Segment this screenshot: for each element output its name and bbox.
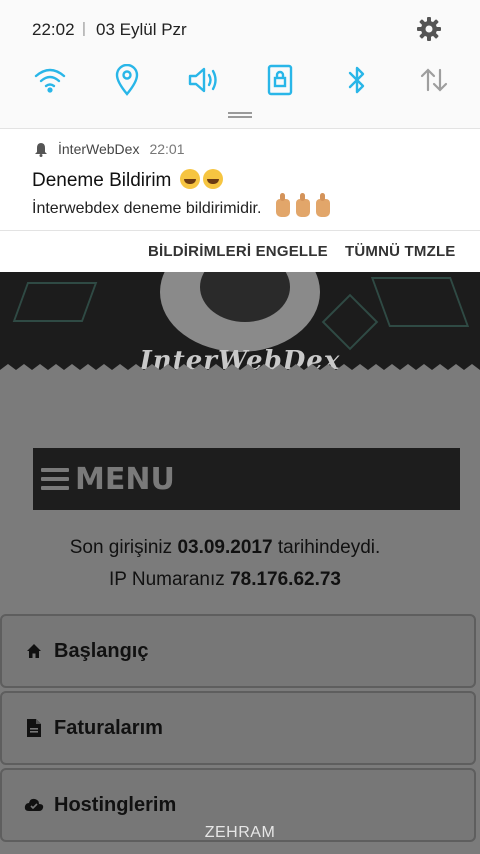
nav-item-invoices[interactable]: Faturalarım [0, 691, 476, 765]
menu-label: MENU [75, 461, 175, 497]
zigzag-divider [0, 364, 480, 374]
location-icon[interactable] [107, 60, 147, 100]
nav-label-home: Başlangıç [54, 639, 149, 662]
cloud-icon [24, 795, 44, 815]
ip-value: 78.176.62.73 [230, 569, 342, 590]
menu-button[interactable]: MENU [33, 448, 460, 510]
notification-body-row: İnterwebdex deneme bildirimidir. [32, 193, 330, 218]
nav-label-hosting: Hostinglerim [54, 793, 177, 816]
nav-label-invoices: Faturalarım [54, 716, 163, 739]
site-banner: InterWebDex [0, 272, 480, 374]
notification-title: Deneme Bildirim [32, 170, 172, 191]
notification-card[interactable]: İnterWebDex 22:01 Deneme Bildirim İnterw… [0, 128, 480, 230]
footer-label: ZEHRAM [204, 824, 276, 841]
laughing-emoji-icon [202, 169, 223, 189]
notification-time: 22:01 [149, 141, 185, 157]
ip-prefix: IP Numaranız [108, 569, 225, 590]
login-prefix: Son girişiniz [69, 537, 173, 558]
data-sync-icon[interactable] [414, 60, 454, 100]
ok-hand-emoji-icon [315, 193, 330, 217]
app-page: InterWebDex MENU Son girişiniz 03.09.201… [0, 272, 480, 854]
document-icon [24, 718, 44, 738]
status-time: 22:02 [32, 20, 75, 39]
quick-settings-row [30, 60, 454, 100]
notification-header: İnterWebDex 22:01 [34, 141, 185, 157]
notification-shade: 22:02 | 03 Eylül Pzr [0, 0, 480, 128]
clear-all-button[interactable]: TÜMNÜ TMZLE [345, 243, 456, 260]
bluetooth-icon[interactable] [337, 60, 377, 100]
notification-actions: BİLDİRİMLERİ ENGELLE TÜMNÜ TMZLE [0, 230, 480, 272]
laughing-emoji-icon [179, 169, 200, 189]
block-notifications-button[interactable]: BİLDİRİMLERİ ENGELLE [148, 243, 328, 260]
status-separator: | [82, 20, 86, 37]
shade-drag-handle[interactable] [228, 112, 252, 118]
notification-app-name: İnterWebDex [58, 141, 140, 157]
screen-lock-icon[interactable] [260, 60, 300, 100]
login-date: 03.09.2017 [177, 537, 273, 558]
wifi-icon[interactable] [30, 60, 70, 100]
status-date: 03 Eylül Pzr [96, 20, 187, 39]
notification-body: İnterwebdex deneme bildirimidir. [32, 200, 262, 217]
settings-gear-icon[interactable] [416, 16, 442, 42]
login-info: Son girişiniz 03.09.2017 tarihindeydi. I… [0, 532, 450, 596]
bell-icon [34, 142, 48, 157]
notification-title-row: Deneme Bildirim [32, 169, 223, 192]
nav-item-home[interactable]: Başlangıç [0, 614, 476, 688]
hamburger-icon [41, 468, 69, 490]
home-icon [24, 641, 44, 661]
sound-icon[interactable] [184, 60, 224, 100]
login-suffix: tarihindeydi. [277, 537, 381, 558]
ok-hand-emoji-icon [275, 193, 290, 217]
ok-hand-emoji-icon [295, 193, 310, 217]
